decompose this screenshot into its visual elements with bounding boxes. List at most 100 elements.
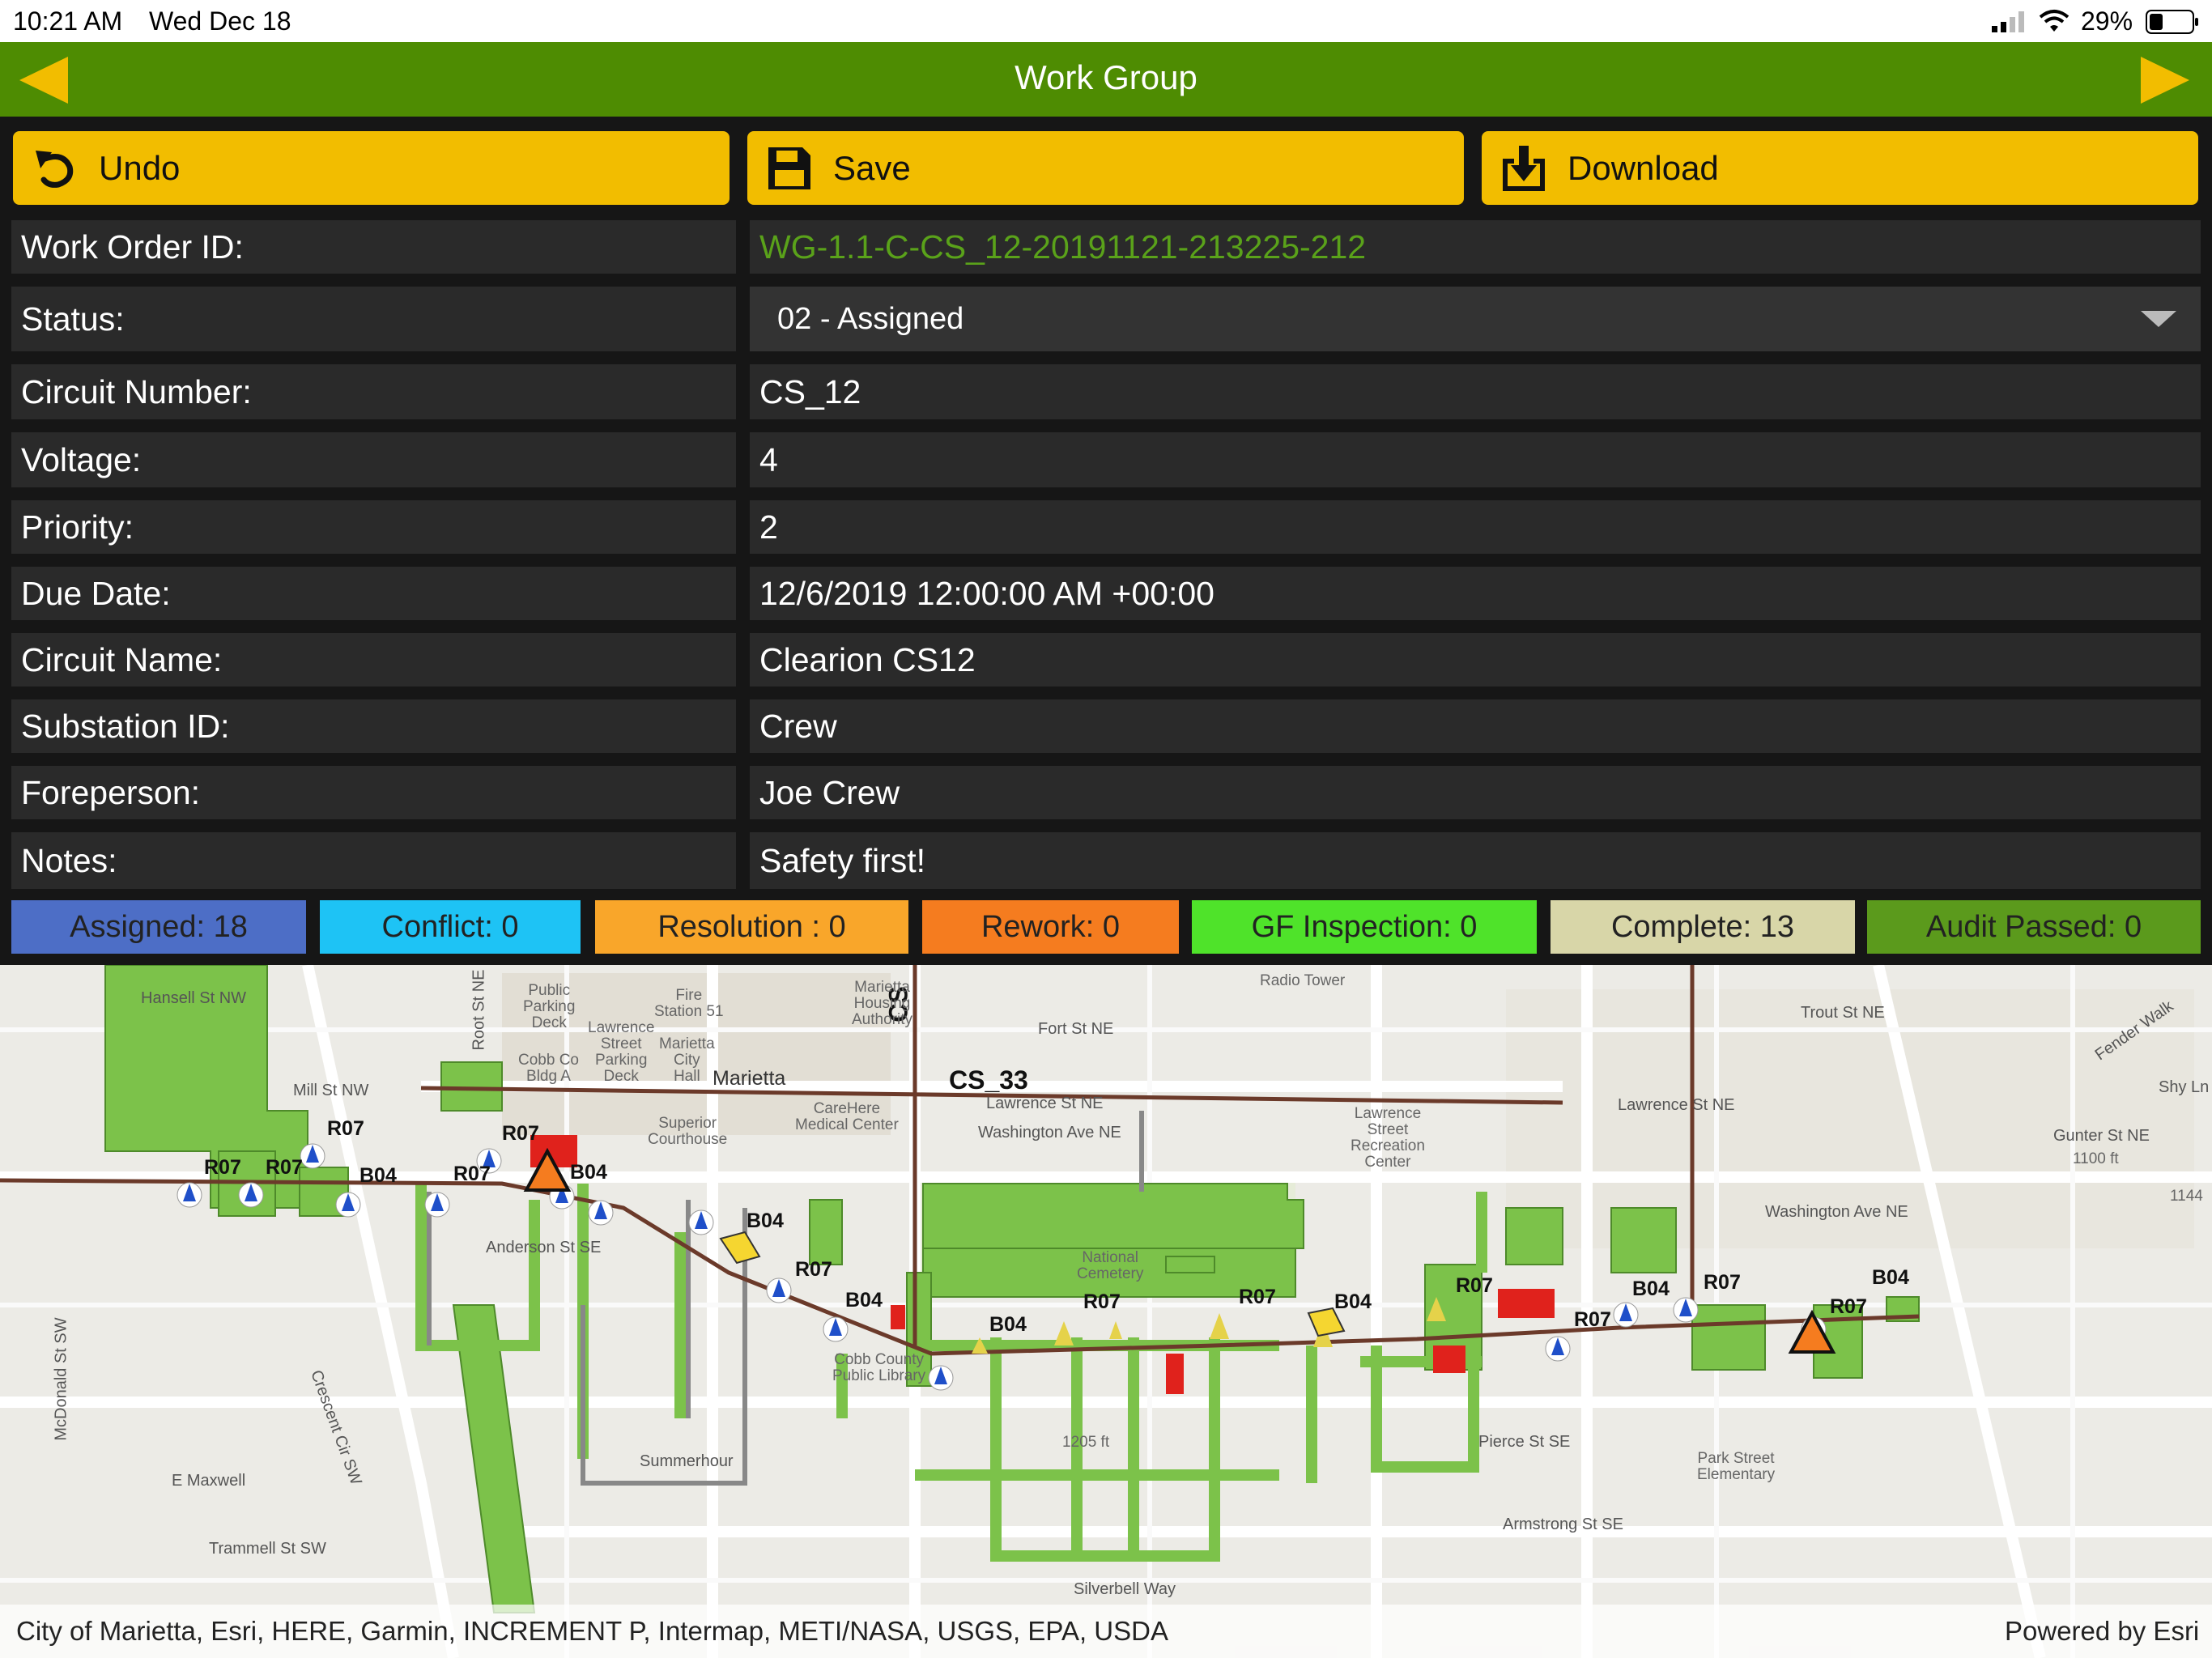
street-label: Pierce St SE	[1478, 1433, 1571, 1451]
poi-label: Fire Station 51	[654, 987, 724, 1020]
work-order-id-value: WG-1.1-C-CS_12-20191121-213225-212	[750, 220, 2201, 274]
save-label: Save	[833, 149, 911, 187]
download-icon	[1503, 146, 1545, 191]
priority-label: Priority:	[11, 500, 736, 554]
battery-icon	[2146, 10, 2198, 34]
cell-signal-icon	[1992, 11, 2024, 32]
conflict-count-badge[interactable]: Conflict: 0	[320, 900, 581, 954]
assigned-count-badge[interactable]: Assigned: 18	[11, 900, 306, 954]
poi-label: Marietta City Hall	[659, 1035, 715, 1085]
status-selected-value: 02 - Assigned	[777, 301, 964, 336]
voltage-label: Voltage:	[11, 432, 736, 487]
work-code-label: B04	[359, 1164, 397, 1187]
street-label: Root St NE	[470, 969, 488, 1051]
status-label: Status:	[11, 287, 736, 351]
resolution-count-badge[interactable]: Resolution : 0	[595, 900, 908, 954]
status-dropdown[interactable]: 02 - Assigned	[750, 287, 2201, 351]
work-code-label: B04	[1632, 1278, 1670, 1300]
street-label: Lawrence St NE	[1618, 1096, 1735, 1114]
street-label: Fort St NE	[1038, 1020, 1114, 1038]
elevation-label: 1144	[2170, 1188, 2203, 1205]
gf-inspection-count-badge[interactable]: GF Inspection: 0	[1192, 900, 1537, 954]
poi-label: Park Street Elementary	[1697, 1450, 1776, 1483]
work-code-label: R07	[1830, 1295, 1867, 1318]
work-code-label: R07	[1239, 1286, 1276, 1308]
poi-label: Cobb County Public Library	[832, 1351, 926, 1384]
substation-id-label: Substation ID:	[11, 699, 736, 753]
work-code-label: R07	[1574, 1308, 1611, 1331]
work-code-label: B04	[845, 1289, 883, 1312]
status-bar: 10:21 AM Wed Dec 18 29%	[0, 0, 2212, 42]
city-label: Marietta	[713, 1067, 786, 1090]
work-code-label: R07	[204, 1156, 241, 1179]
street-label: Anderson St SE	[486, 1239, 602, 1256]
notes-field[interactable]: Safety first!	[750, 832, 2201, 889]
work-code-label: B04	[1872, 1266, 1909, 1289]
foreperson-field[interactable]: Joe Crew	[750, 766, 2201, 819]
street-label: Armstrong St SE	[1503, 1516, 1623, 1533]
street-label: Summerhour	[640, 1452, 734, 1470]
triangle-right-icon[interactable]	[2139, 55, 2191, 105]
complete-count-badge[interactable]: Complete: 13	[1551, 900, 1855, 954]
work-code-label: B04	[989, 1313, 1027, 1336]
audit-passed-count-badge[interactable]: Audit Passed: 0	[1867, 900, 2201, 954]
work-code-label: R07	[1704, 1271, 1741, 1294]
page-title: Work Group	[1015, 58, 1197, 96]
substation-id-field[interactable]: Crew	[750, 699, 2201, 753]
poi-label: Marietta Housing Authority	[852, 979, 912, 1028]
work-code-label: B04	[570, 1161, 607, 1184]
work-order-id-label: Work Order ID:	[11, 220, 736, 274]
poi-label: CareHere Medical Center	[795, 1100, 899, 1133]
poi-label: Lawrence Street Parking Deck	[588, 1019, 655, 1085]
poi-label: Superior Courthouse	[648, 1115, 728, 1148]
undo-label: Undo	[99, 149, 181, 187]
street-label: Hansell St NW	[141, 989, 247, 1007]
download-label: Download	[1568, 149, 1719, 187]
rework-count-badge[interactable]: Rework: 0	[922, 900, 1179, 954]
wifi-icon	[2039, 10, 2069, 32]
undo-icon	[36, 151, 74, 188]
chevron-down-icon	[2141, 311, 2176, 327]
poi-label: Lawrence Street Recreation Center	[1351, 1105, 1425, 1171]
street-label: Washington Ave NE	[978, 1124, 1121, 1141]
save-button[interactable]: Save	[747, 131, 1464, 205]
work-code-label: R07	[502, 1122, 539, 1145]
priority-field[interactable]: 2	[750, 500, 2201, 554]
work-code-label: R07	[266, 1156, 303, 1179]
circuit-name-label: Circuit Name:	[11, 633, 736, 687]
street-label: Mill St NW	[293, 1082, 369, 1099]
elevation-label: 1205 ft	[1062, 1434, 1110, 1451]
floppy-disk-icon	[768, 147, 810, 189]
circuit-label: CS_33	[949, 1065, 1028, 1095]
work-code-label: B04	[747, 1209, 784, 1232]
work-code-label: R07	[453, 1163, 491, 1185]
street-label: Lawrence St NE	[986, 1095, 1104, 1112]
work-code-label: B04	[1334, 1290, 1372, 1313]
download-button[interactable]: Download	[1482, 131, 2198, 205]
street-label: Silverbell Way	[1074, 1580, 1176, 1598]
notes-label: Notes:	[11, 832, 736, 889]
circuit-name-field[interactable]: Clearion CS12	[750, 633, 2201, 687]
work-code-label: R07	[1083, 1290, 1121, 1313]
street-label: McDonald St SW	[52, 1317, 70, 1441]
due-date-field[interactable]: 12/6/2019 12:00:00 AM +00:00	[750, 567, 2201, 620]
title-bar: Work Group	[0, 42, 2212, 117]
circuit-number-field[interactable]: CS_12	[750, 364, 2201, 419]
poi-label: Cobb Co Bldg A	[518, 1052, 579, 1085]
street-label: Shy Ln	[2159, 1078, 2210, 1096]
powered-by-esri[interactable]: Powered by Esri	[2005, 1616, 2199, 1647]
map-view[interactable]: CS_33 CS R07 R07 R07 B04 R07 R07 B04 B04…	[0, 965, 2212, 1658]
circuit-number-label: Circuit Number:	[11, 364, 736, 419]
work-code-label: R07	[1456, 1274, 1493, 1297]
clock-date: Wed Dec 18	[149, 6, 291, 36]
due-date-label: Due Date:	[11, 567, 736, 620]
poi-label: National Cemetery	[1077, 1249, 1144, 1282]
elevation-label: 1100 ft	[2073, 1150, 2119, 1167]
street-label: Washington Ave NE	[1765, 1203, 1908, 1221]
foreperson-label: Foreperson:	[11, 766, 736, 819]
voltage-field[interactable]: 4	[750, 432, 2201, 487]
street-label: Trout St NE	[1801, 1004, 1885, 1022]
work-code-label: R07	[327, 1117, 364, 1140]
battery-percentage: 29%	[2081, 6, 2133, 36]
undo-button[interactable]: Undo	[13, 131, 730, 205]
